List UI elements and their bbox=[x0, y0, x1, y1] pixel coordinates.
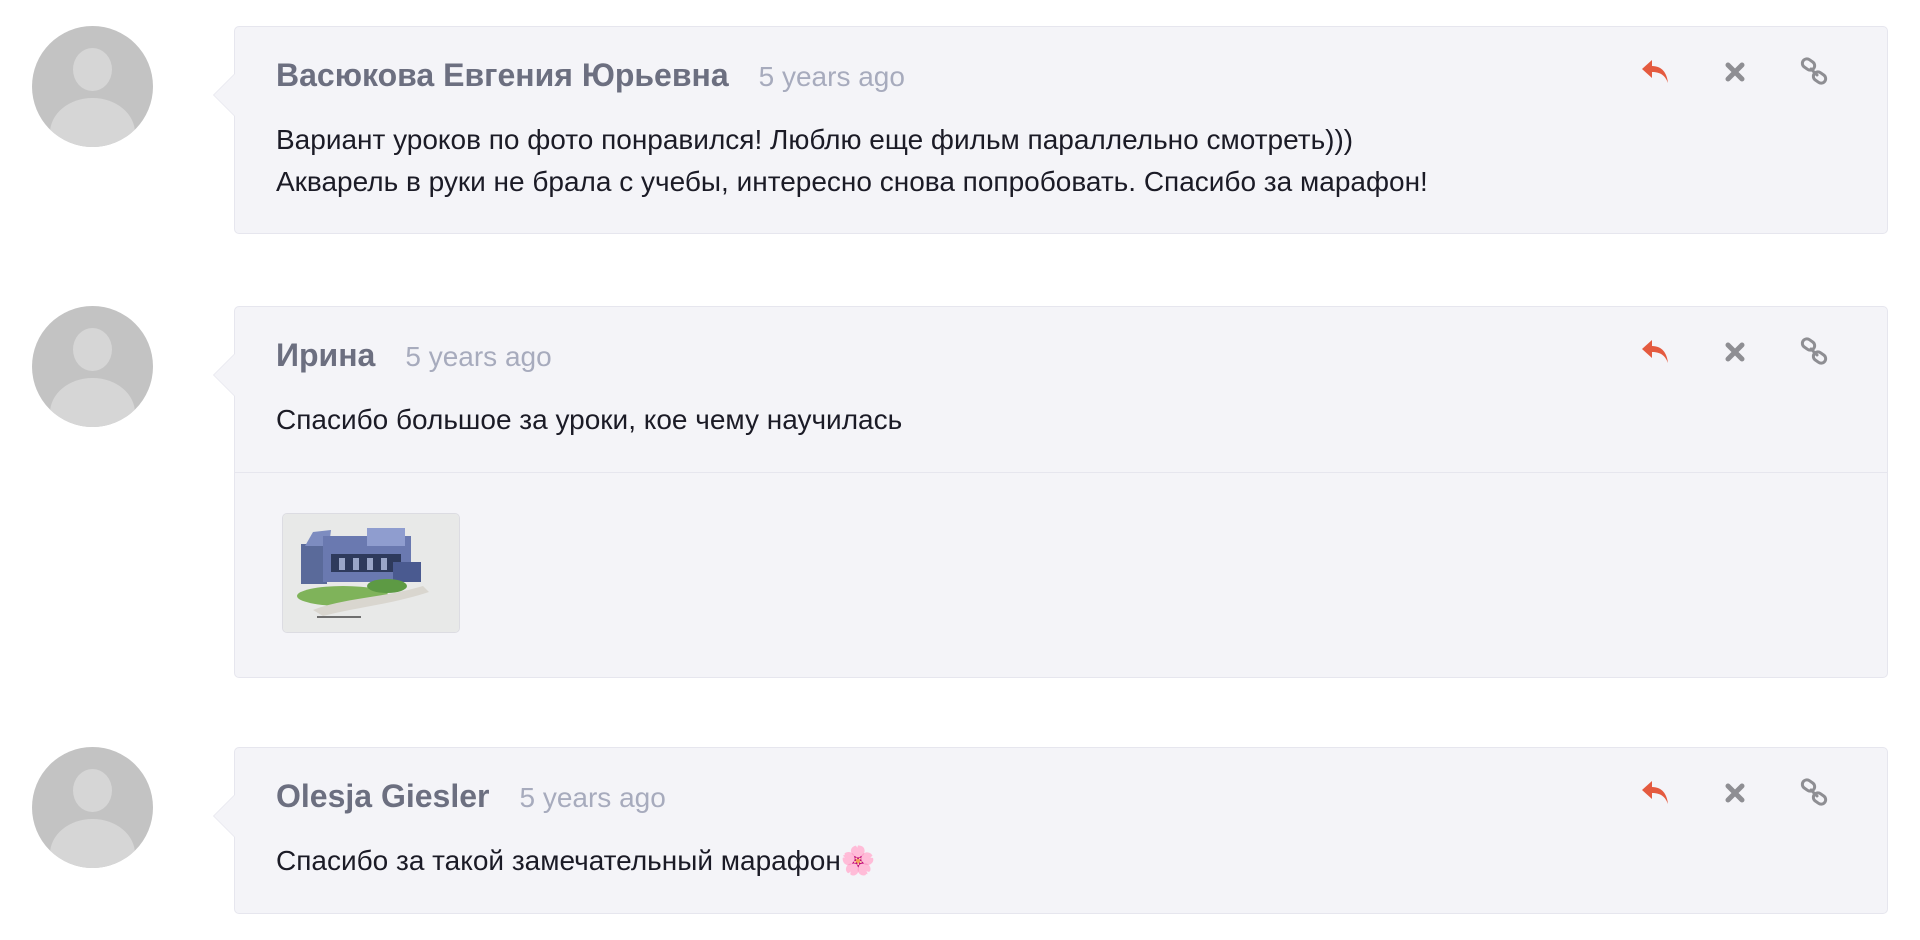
comment-actions bbox=[1639, 776, 1831, 810]
reply-button[interactable] bbox=[1639, 335, 1673, 369]
comment-text-line: Вариант уроков по фото понравился! Люблю… bbox=[276, 124, 1354, 155]
close-x-icon bbox=[1725, 783, 1745, 803]
avatar-head-shape bbox=[73, 48, 112, 91]
comment-author[interactable]: Васюкова Евгения Юрьевна bbox=[276, 57, 729, 94]
comment-author[interactable]: Olesja Giesler bbox=[276, 778, 489, 815]
avatar-body-shape bbox=[50, 819, 135, 868]
comment-text: Спасибо большое за уроки, кое чему научи… bbox=[276, 399, 902, 441]
chain-link-icon bbox=[1800, 57, 1828, 85]
comment-bubble: Васюкова Евгения Юрьевна 5 years ago Вар… bbox=[213, 26, 1888, 234]
comment-text-line: Спасибо за такой замечательный марафон🌸 bbox=[276, 845, 876, 876]
avatar-body-shape bbox=[50, 98, 135, 147]
chain-link-icon bbox=[1800, 778, 1828, 806]
reply-arrow-icon bbox=[1642, 60, 1668, 83]
attachment-divider bbox=[235, 472, 1887, 473]
permalink-button[interactable] bbox=[1797, 335, 1831, 369]
comments-list: Васюкова Евгения Юрьевна 5 years ago Вар… bbox=[0, 0, 1920, 940]
reply-button[interactable] bbox=[1639, 55, 1673, 89]
comment-text-line: Спасибо большое за уроки, кое чему научи… bbox=[276, 404, 903, 435]
reply-arrow-icon bbox=[1642, 340, 1668, 363]
delete-button[interactable] bbox=[1718, 335, 1752, 369]
avatar-head-shape bbox=[73, 769, 112, 812]
comment-text: Спасибо за такой замечательный марафон🌸 bbox=[276, 840, 876, 882]
attachment-thumbnail[interactable] bbox=[282, 513, 460, 633]
avatar[interactable] bbox=[32, 747, 153, 868]
delete-button[interactable] bbox=[1718, 776, 1752, 810]
avatar[interactable] bbox=[32, 26, 153, 147]
comment-header: Olesja Giesler 5 years ago bbox=[276, 778, 666, 818]
comment-author[interactable]: Ирина bbox=[276, 337, 375, 374]
watercolor-building-thumbnail bbox=[283, 514, 459, 632]
comment-timestamp[interactable]: 5 years ago bbox=[519, 782, 665, 814]
comment-header: Васюкова Евгения Юрьевна 5 years ago bbox=[276, 57, 905, 97]
close-x-icon bbox=[1725, 342, 1745, 362]
close-x-icon bbox=[1725, 62, 1745, 82]
permalink-button[interactable] bbox=[1797, 55, 1831, 89]
comment-bubble: Olesja Giesler 5 years ago Спасибо за та… bbox=[213, 747, 1888, 914]
chain-link-icon bbox=[1800, 337, 1828, 365]
comment-actions bbox=[1639, 335, 1831, 369]
comment-actions bbox=[1639, 55, 1831, 89]
avatar[interactable] bbox=[32, 306, 153, 427]
reply-button[interactable] bbox=[1639, 776, 1673, 810]
comment-text: Вариант уроков по фото понравился! Люблю… bbox=[276, 119, 1428, 203]
permalink-button[interactable] bbox=[1797, 776, 1831, 810]
delete-button[interactable] bbox=[1718, 55, 1752, 89]
avatar-head-shape bbox=[73, 328, 112, 371]
comment-header: Ирина 5 years ago bbox=[276, 337, 552, 377]
comment-text-line: Акварель в руки не брала с учебы, интере… bbox=[276, 166, 1428, 197]
comment-timestamp[interactable]: 5 years ago bbox=[405, 341, 551, 373]
comment-timestamp[interactable]: 5 years ago bbox=[759, 61, 905, 93]
reply-arrow-icon bbox=[1642, 781, 1668, 804]
comment-bubble: Ирина 5 years ago Спасибо большое за уро… bbox=[213, 306, 1888, 678]
avatar-body-shape bbox=[50, 378, 135, 427]
